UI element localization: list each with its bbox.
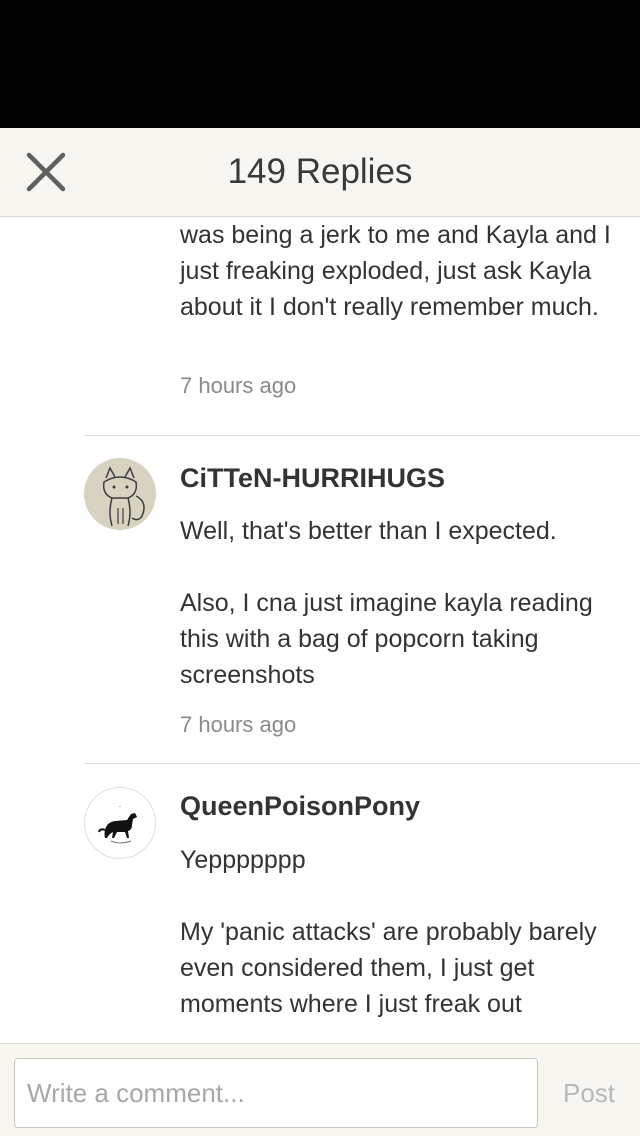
comment-item: CiTTeN-HURRIHUGS Well, that's better tha… bbox=[84, 436, 640, 763]
status-bar bbox=[0, 0, 640, 128]
comment-item: ~ QueenPoisonPony Yeppppppp My 'panic at… bbox=[84, 764, 640, 1043]
comment-timestamp: 7 hours ago bbox=[180, 712, 297, 737]
horse-silhouette-avatar: ~ bbox=[85, 804, 155, 858]
comment-author[interactable]: CiTTeN-HURRIHUGS bbox=[180, 463, 445, 494]
comment-author[interactable]: QueenPoisonPony bbox=[180, 791, 420, 822]
comment-text: Yeppppppp My 'panic attacks' are probabl… bbox=[180, 846, 597, 1018]
comment-text: Well, that's better than I expected. Als… bbox=[180, 517, 593, 689]
post-button[interactable]: Post bbox=[548, 1058, 630, 1128]
comment-item: was being a jerk to me and Kayla and I j… bbox=[84, 217, 640, 419]
comment-input[interactable] bbox=[14, 1058, 538, 1128]
replies-feed[interactable]: was being a jerk to me and Kayla and I j… bbox=[0, 217, 640, 1043]
svg-text:~: ~ bbox=[119, 804, 122, 809]
user-avatar[interactable] bbox=[84, 458, 156, 530]
replies-header: 149 Replies bbox=[0, 128, 640, 217]
user-avatar[interactable]: ~ bbox=[84, 787, 156, 859]
comment-timestamp: 7 hours ago bbox=[180, 373, 297, 398]
comment-text: was being a jerk to me and Kayla and I j… bbox=[180, 221, 618, 321]
page-title: 149 Replies bbox=[227, 152, 413, 191]
comment-composer: Post bbox=[0, 1043, 640, 1136]
cat-sketch-avatar bbox=[84, 458, 156, 530]
